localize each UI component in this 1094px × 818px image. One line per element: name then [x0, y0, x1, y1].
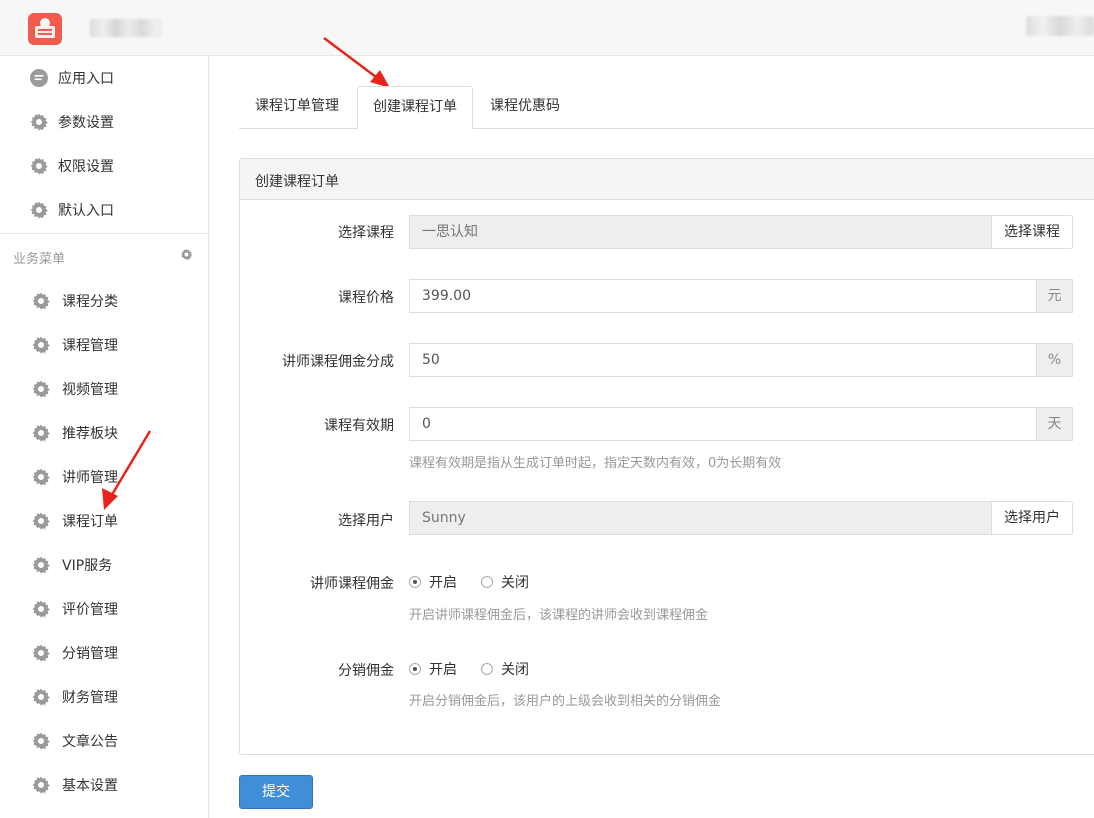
distribution-commission-on-label[interactable]: 开启: [429, 659, 457, 679]
teacher-commission-on-label[interactable]: 开启: [429, 572, 457, 592]
validity-unit: 天: [1037, 407, 1073, 441]
sidebar-item-business[interactable]: 推荐板块: [0, 411, 208, 455]
sidebar-item-business[interactable]: 文章公告: [0, 719, 208, 763]
sidebar-item-label: 权限设置: [58, 159, 114, 175]
teacher-commission-off-label[interactable]: 关闭: [501, 572, 529, 592]
gear-icon: [30, 290, 52, 312]
section-settings-gear-icon[interactable]: [180, 248, 193, 261]
gear-icon: [28, 155, 50, 177]
gear-icon: [30, 686, 52, 708]
user-label: 选择用户: [338, 513, 394, 529]
validity-label: 课程有效期: [324, 418, 394, 434]
course-label: 选择课程: [338, 225, 394, 241]
sidebar-item-label: VIP服务: [62, 558, 113, 574]
sidebar-item-label: 评价管理: [62, 602, 118, 618]
gear-icon: [28, 199, 50, 221]
sidebar-divider: [0, 233, 208, 234]
distribution-commission-on-radio[interactable]: [409, 663, 421, 675]
validity-help: 课程有效期是指从生成订单时起，指定天数内有效，0为长期有效: [409, 456, 782, 471]
gear-icon: [30, 598, 52, 620]
user-input[interactable]: Sunny: [409, 501, 992, 535]
submit-button[interactable]: 提交: [239, 775, 313, 809]
gear-icon: [30, 554, 52, 576]
sidebar-item-business[interactable]: 课程分类: [0, 279, 208, 323]
sidebar-item-label: 课程管理: [62, 338, 118, 354]
price-label: 课程价格: [338, 290, 394, 306]
distribution-commission-label: 分销佣金: [338, 663, 394, 679]
gear-icon: [30, 510, 52, 532]
sidebar-item-label: 视频管理: [62, 382, 118, 398]
sidebar-item-label: 课程订单: [62, 514, 118, 530]
sidebar-item-permissions[interactable]: 权限设置: [0, 144, 208, 188]
tab-order-management[interactable]: 课程订单管理: [239, 86, 355, 127]
sidebar-item-label: 默认入口: [58, 203, 114, 219]
sidebar-item-params[interactable]: 参数设置: [0, 100, 208, 144]
commission-ratio-label: 讲师课程佣金分成: [282, 354, 394, 370]
teacher-commission-on-radio[interactable]: [409, 576, 421, 588]
teacher-commission-off-radio[interactable]: [481, 576, 493, 588]
gear-icon: [30, 466, 52, 488]
sidebar-item-default-entry[interactable]: 默认入口: [0, 188, 208, 232]
sidebar-item-business[interactable]: 视频管理: [0, 367, 208, 411]
validity-input[interactable]: 0: [409, 407, 1037, 441]
gear-icon: [30, 642, 52, 664]
blurred-site-title: [90, 19, 162, 37]
tab-coupon-code[interactable]: 课程优惠码: [475, 86, 575, 127]
sidebar-item-business[interactable]: 讲师管理: [0, 455, 208, 499]
select-course-button[interactable]: 选择课程: [991, 215, 1073, 249]
sidebar-item-label: 基本设置: [62, 778, 118, 794]
sidebar-item-label: 讲师管理: [62, 470, 118, 486]
teacher-commission-label: 讲师课程佣金: [310, 576, 394, 592]
tab-bar: 课程订单管理 创建课程订单 课程优惠码: [239, 86, 1094, 129]
app-logo[interactable]: [28, 13, 62, 45]
sidebar-item-label: 参数设置: [58, 115, 114, 131]
commission-ratio-input[interactable]: 50: [409, 343, 1037, 377]
sidebar-item-app-entry[interactable]: 应用入口: [0, 56, 208, 100]
sidebar-item-business[interactable]: 分销管理: [0, 631, 208, 675]
tab-create-order[interactable]: 创建课程订单: [357, 86, 473, 129]
sidebar-item-label: 分销管理: [62, 646, 118, 662]
chat-bubble-icon: [28, 67, 50, 89]
sidebar-item-business[interactable]: 课程管理: [0, 323, 208, 367]
sidebar: 应用入口 参数设置 权限设置 默认入口 业务菜单 课程分类课程管理视频管理推荐板…: [0, 56, 209, 818]
gear-icon: [30, 422, 52, 444]
gear-icon: [28, 111, 50, 133]
gear-icon: [30, 334, 52, 356]
panel-title: 创建课程订单: [255, 174, 339, 190]
sidebar-item-business[interactable]: 财务管理: [0, 675, 208, 719]
distribution-commission-off-radio[interactable]: [481, 663, 493, 675]
sidebar-item-business[interactable]: 课程订单: [0, 499, 208, 543]
sidebar-section-title: 业务菜单: [13, 252, 66, 267]
teacher-commission-radio-group: 开启 关闭: [409, 572, 553, 592]
sidebar-item-label: 课程分类: [62, 294, 118, 310]
price-unit: 元: [1037, 279, 1073, 313]
blurred-user-menu[interactable]: [1026, 16, 1094, 36]
gear-icon: [30, 730, 52, 752]
gear-icon: [30, 774, 52, 796]
sidebar-item-label: 推荐板块: [62, 426, 118, 442]
sidebar-item-business[interactable]: VIP服务: [0, 543, 208, 587]
distribution-commission-help: 开启分销佣金后，该用户的上级会收到相关的分销佣金: [409, 694, 722, 709]
commission-ratio-unit: %: [1037, 343, 1073, 377]
sidebar-item-label: 应用入口: [58, 71, 114, 87]
sidebar-item-label: 文章公告: [62, 734, 118, 750]
panel-header: 创建课程订单: [240, 159, 1094, 200]
gear-icon: [30, 378, 52, 400]
select-user-button[interactable]: 选择用户: [991, 501, 1073, 535]
course-input[interactable]: 一思认知: [409, 215, 992, 249]
top-bar: [0, 0, 1094, 56]
distribution-commission-radio-group: 开启 关闭: [409, 659, 553, 679]
sidebar-item-label: 财务管理: [62, 690, 118, 706]
sidebar-item-business[interactable]: 基本设置: [0, 763, 208, 807]
sidebar-item-business[interactable]: 评价管理: [0, 587, 208, 631]
teacher-commission-help: 开启讲师课程佣金后，该课程的讲师会收到课程佣金: [409, 608, 709, 623]
distribution-commission-off-label[interactable]: 关闭: [501, 659, 529, 679]
price-input[interactable]: 399.00: [409, 279, 1037, 313]
